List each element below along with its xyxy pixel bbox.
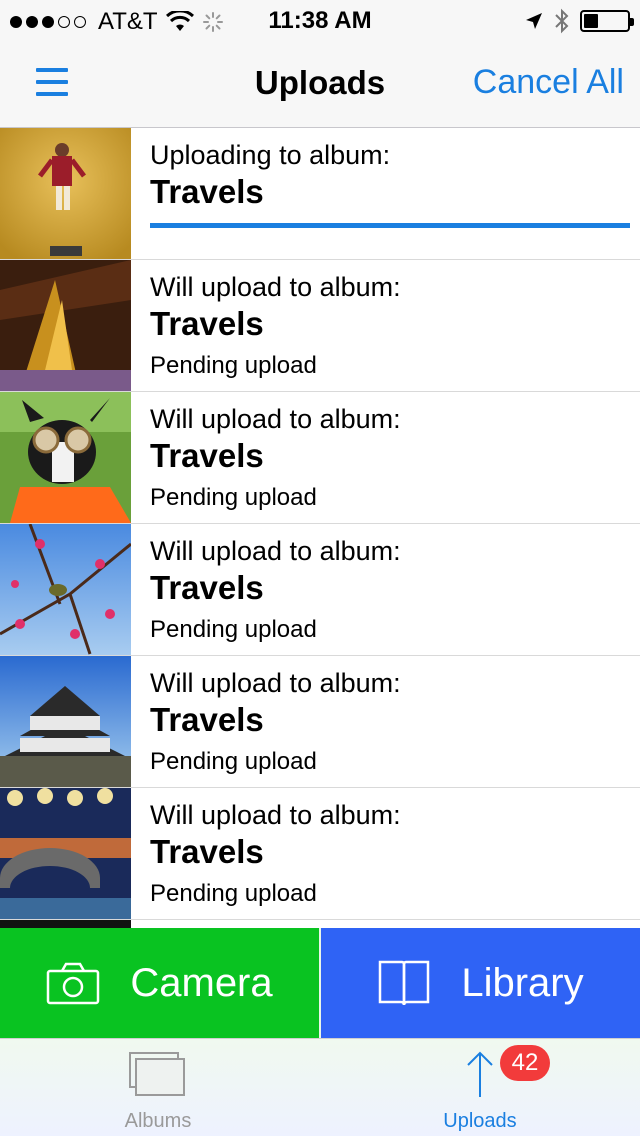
bluetooth-icon <box>555 8 569 34</box>
album-name: Travels <box>150 833 264 870</box>
battery-icon <box>580 10 634 32</box>
upload-row-text: Will upload to album: Travels Pending up… <box>150 402 630 518</box>
uploads-count-badge: 42 <box>500 1045 550 1081</box>
camera-button[interactable]: Camera <box>0 928 321 1038</box>
album-name: Travels <box>150 305 264 342</box>
library-button[interactable]: Library <box>321 928 640 1038</box>
albums-icon <box>129 1052 185 1096</box>
menu-icon-line <box>36 68 68 72</box>
menu-icon-line <box>36 92 68 96</box>
album-name: Travels <box>150 437 264 474</box>
action-bar: Camera Library <box>0 928 640 1038</box>
upload-row[interactable]: Will upload to album: Travels Pending up… <box>0 788 640 920</box>
status-right <box>524 8 634 34</box>
lantern-bridge-photo <box>0 788 131 919</box>
upload-row[interactable]: Will upload to album: Travels Pending up… <box>0 524 640 656</box>
library-label: Library <box>461 960 584 1005</box>
album-name: Travels <box>150 569 264 606</box>
upload-status: Pending upload <box>150 748 317 775</box>
upload-arrow-icon <box>467 1051 493 1097</box>
bird-blossom-photo <box>0 524 131 655</box>
upload-progress-bar <box>150 223 630 228</box>
status-bar: AT&T 11:38 AM <box>0 0 640 40</box>
upload-row[interactable] <box>0 920 640 928</box>
book-icon <box>379 960 430 1006</box>
golden-buddha-photo <box>0 260 131 391</box>
upload-label: Will upload to album: <box>150 404 401 434</box>
castle-photo <box>0 656 131 787</box>
upload-status: Pending upload <box>150 616 317 643</box>
tab-albums[interactable]: Albums <box>58 1039 258 1136</box>
tab-albums-label: Albums <box>124 1110 192 1132</box>
cancel-all-button[interactable]: Cancel All <box>473 63 624 102</box>
camera-label: Camera <box>130 960 273 1005</box>
upload-status: Pending upload <box>150 484 317 511</box>
upload-row[interactable]: Uploading to album: Travels <box>0 128 640 260</box>
camera-icon <box>47 962 100 1005</box>
tab-uploads[interactable]: 42 Uploads <box>380 1039 580 1136</box>
tab-bar: Albums 42 Uploads <box>0 1038 640 1136</box>
tab-uploads-label: Uploads <box>443 1110 517 1132</box>
upload-progress-fill <box>150 223 630 228</box>
location-arrow-icon <box>526 13 542 29</box>
upload-row-text: Will upload to album: Travels Pending up… <box>150 534 630 650</box>
upload-row-text: Will upload to album: Travels Pending up… <box>150 798 630 914</box>
upload-label: Uploading to album: <box>150 140 391 170</box>
album-name: Travels <box>150 701 264 738</box>
upload-status: Pending upload <box>150 352 317 379</box>
dog-goggles-photo <box>0 392 131 523</box>
upload-label: Will upload to album: <box>150 668 401 698</box>
menu-button[interactable] <box>36 68 68 96</box>
upload-row[interactable]: Will upload to album: Travels Pending up… <box>0 392 640 524</box>
upload-label: Will upload to album: <box>150 536 401 566</box>
upload-row-text: Uploading to album: Travels <box>150 138 630 212</box>
upload-row[interactable]: Will upload to album: Travels Pending up… <box>0 260 640 392</box>
man-dancing-photo <box>0 128 131 259</box>
upload-status: Pending upload <box>150 880 317 907</box>
upload-row-text: Will upload to album: Travels Pending up… <box>150 270 630 386</box>
photo-thumbnail <box>0 920 131 928</box>
album-name: Travels <box>150 173 264 210</box>
upload-label: Will upload to album: <box>150 272 401 302</box>
menu-icon-line <box>36 80 68 84</box>
navigation-bar: Uploads Cancel All <box>0 40 640 128</box>
upload-row[interactable]: Will upload to album: Travels Pending up… <box>0 656 640 788</box>
upload-list[interactable]: Uploading to album: Travels Will upload … <box>0 128 640 928</box>
upload-label: Will upload to album: <box>150 800 401 830</box>
upload-row-text: Will upload to album: Travels Pending up… <box>150 666 630 782</box>
